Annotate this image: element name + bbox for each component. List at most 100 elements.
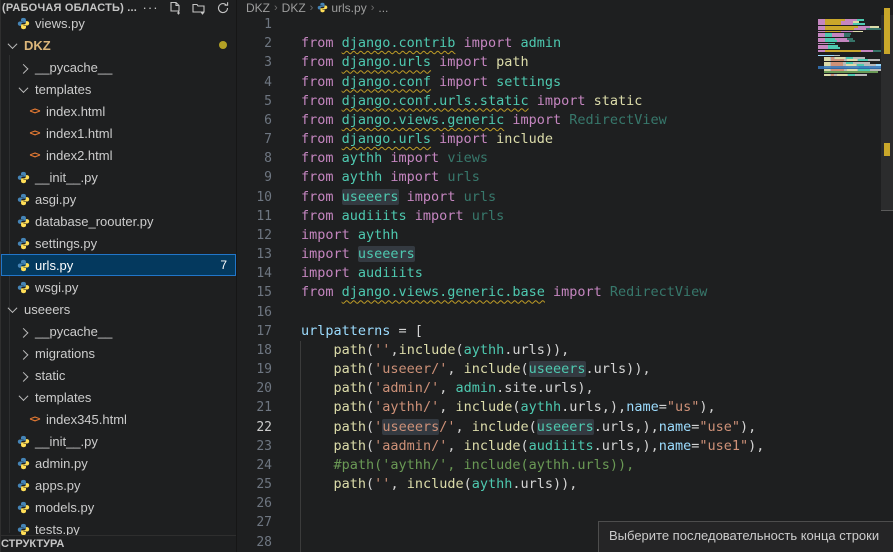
line-number: 25	[238, 475, 272, 494]
tree-file--init-py[interactable]: __init__.py	[1, 430, 236, 452]
python-file-icon	[15, 193, 32, 206]
line-number: 8	[238, 149, 272, 168]
code-line-1[interactable]: 1	[238, 15, 818, 34]
code-line-9[interactable]: 9from aythh import urls	[238, 168, 818, 187]
html-file-icon: <>	[26, 414, 43, 425]
code-line-18[interactable]: 18 path('',include(aythh.urls)),	[238, 341, 818, 360]
code-line-25[interactable]: 25 path('', include(aythh.urls)),	[238, 475, 818, 494]
code-line-14[interactable]: 14import audiiits	[238, 264, 818, 283]
breadcrumb-item-symbol[interactable]: ...	[378, 1, 388, 15]
code-line-8[interactable]: 8from aythh import views	[238, 149, 818, 168]
code-line-13[interactable]: 13import useeers	[238, 245, 818, 264]
tree-file-wsgi-py[interactable]: wsgi.py	[1, 276, 236, 298]
tooltip-text: Выберите последовательность конца строки	[609, 528, 879, 543]
line-number: 14	[238, 264, 272, 283]
tree-file-urls-py[interactable]: urls.py7	[1, 254, 236, 276]
python-file-icon	[15, 237, 32, 250]
code-line-23[interactable]: 23 path('aadmin/', include(audiiits.urls…	[238, 437, 818, 456]
tree-item-label: models.py	[32, 500, 94, 515]
breadcrumb-item-folder[interactable]: DKZ	[282, 1, 306, 15]
refresh-icon[interactable]	[215, 1, 230, 16]
tree-file-index345-html[interactable]: <>index345.html	[1, 408, 236, 430]
python-file-icon	[15, 17, 32, 30]
breadcrumb-item-root[interactable]: DKZ	[246, 1, 270, 15]
code-line-6[interactable]: 6from django.views.generic import Redire…	[238, 111, 818, 130]
tree-item-label: templates	[32, 390, 91, 405]
explorer-section-header[interactable]: (РАБОЧАЯ ОБЛАСТЬ) ... ···	[1, 0, 236, 16]
python-file-icon	[15, 435, 32, 448]
tree-item-label: __init__.py	[32, 434, 98, 449]
minimap[interactable]	[818, 16, 881, 546]
line-number: 24	[238, 456, 272, 475]
python-file-icon	[15, 457, 32, 470]
tree-folder-static[interactable]: static	[1, 364, 236, 386]
code-line-19[interactable]: 19 path('useeer/', include(useeers.urls)…	[238, 360, 818, 379]
new-file-icon[interactable]	[167, 1, 182, 16]
tree-item-label: index1.html	[43, 126, 112, 141]
code-line-26[interactable]: 26	[238, 494, 818, 513]
tree-file-admin-py[interactable]: admin.py	[1, 452, 236, 474]
tree-file-index1-html[interactable]: <>index1.html	[1, 122, 236, 144]
tree-file-index-html[interactable]: <>index.html	[1, 100, 236, 122]
tree-file--init-py[interactable]: __init__.py	[1, 166, 236, 188]
code-line-16[interactable]: 16	[238, 303, 818, 322]
line-number: 20	[238, 379, 272, 398]
overview-ruler[interactable]	[881, 0, 893, 552]
overview-warning-mark	[884, 143, 890, 156]
tree-item-label: __pycache__	[32, 324, 112, 339]
code-line-20[interactable]: 20 path('admin/', admin.site.urls),	[238, 379, 818, 398]
tree-file-models-py[interactable]: models.py	[1, 496, 236, 518]
html-file-icon: <>	[26, 150, 43, 161]
more-actions-icon[interactable]: ···	[143, 1, 158, 16]
breadcrumb: DKZ › DKZ › urls.py › ...	[238, 0, 893, 15]
code-line-7[interactable]: 7from django.urls import include	[238, 130, 818, 149]
tree-folder-templates[interactable]: templates	[1, 386, 236, 408]
code-line-12[interactable]: 12import aythh	[238, 226, 818, 245]
indent-guide	[300, 341, 301, 552]
tree-item-label: urls.py	[32, 258, 73, 273]
code-line-17[interactable]: 17urlpatterns = [	[238, 322, 818, 341]
chevron-down-icon	[19, 391, 29, 401]
tree-file-database-roouter-py[interactable]: database_roouter.py	[1, 210, 236, 232]
tree-item-label: views.py	[32, 16, 85, 31]
code-editor[interactable]: DKZ › DKZ › urls.py › ... 12from django.…	[238, 0, 893, 552]
tree-folder--pycache-[interactable]: __pycache__	[1, 320, 236, 342]
line-number: 1	[238, 15, 272, 34]
code-line-4[interactable]: 4from django.conf import settings	[238, 73, 818, 92]
code-content[interactable]: 12from django.contrib import admin3from …	[238, 15, 818, 552]
code-line-15[interactable]: 15from django.views.generic.base import …	[238, 283, 818, 302]
code-line-24[interactable]: 24 #path('aythh/', include(aythh.urls)),	[238, 456, 818, 475]
code-line-11[interactable]: 11from audiiits import urls	[238, 207, 818, 226]
code-line-3[interactable]: 3from django.urls import path	[238, 53, 818, 72]
tree-file-index2-html[interactable]: <>index2.html	[1, 144, 236, 166]
python-file-icon	[15, 501, 32, 514]
tree-file-asgi-py[interactable]: asgi.py	[1, 188, 236, 210]
tree-item-label: apps.py	[32, 478, 81, 493]
outline-section-header[interactable]: СТРУКТУРА	[1, 535, 236, 552]
breadcrumb-item-file[interactable]: urls.py	[331, 1, 366, 15]
code-line-21[interactable]: 21 path('aythh/', include(aythh.urls,),n…	[238, 398, 818, 417]
tree-item-label: index345.html	[43, 412, 127, 427]
tree-folder-dkz[interactable]: DKZ	[1, 34, 236, 56]
python-file-icon	[15, 281, 32, 294]
python-file-icon	[15, 171, 32, 184]
tree-folder-migrations[interactable]: migrations	[1, 342, 236, 364]
line-number: 9	[238, 168, 272, 187]
code-line-10[interactable]: 10from useeers import urls	[238, 188, 818, 207]
tree-file-apps-py[interactable]: apps.py	[1, 474, 236, 496]
line-number: 13	[238, 245, 272, 264]
tree-folder-useeers[interactable]: useeers	[1, 298, 236, 320]
code-line-2[interactable]: 2from django.contrib import admin	[238, 34, 818, 53]
tree-file-settings-py[interactable]: settings.py	[1, 232, 236, 254]
code-line-5[interactable]: 5from django.conf.urls.static import sta…	[238, 92, 818, 111]
chevron-right-icon	[19, 63, 29, 73]
tree-folder-templates[interactable]: templates	[1, 78, 236, 100]
tree-item-label: migrations	[32, 346, 95, 361]
new-folder-icon[interactable]	[191, 1, 206, 16]
tree-folder--pycache-[interactable]: __pycache__	[1, 56, 236, 78]
explorer-actions: ···	[143, 1, 237, 16]
line-number: 26	[238, 494, 272, 513]
line-number: 7	[238, 130, 272, 149]
code-line-22[interactable]: 22 path('useeers/', include(useeers.urls…	[238, 418, 818, 437]
tree-item-label: __pycache__	[32, 60, 112, 75]
